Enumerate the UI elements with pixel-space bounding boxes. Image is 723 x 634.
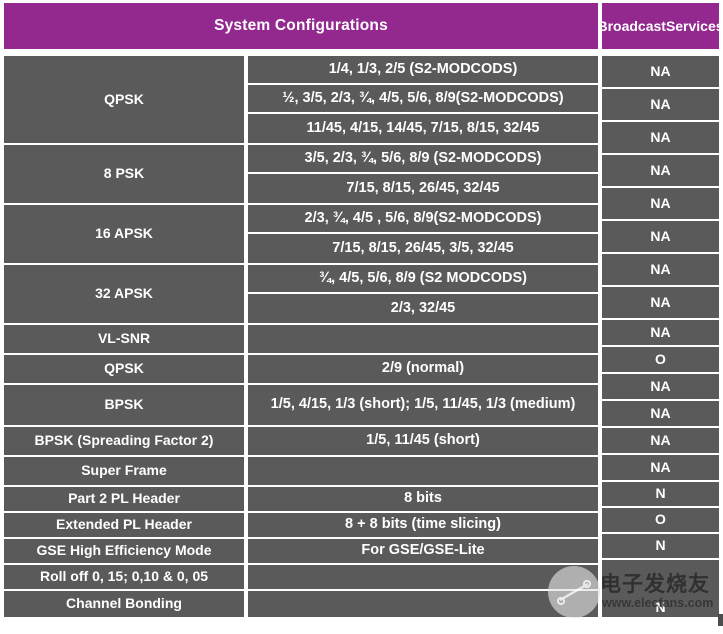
table-header-row: System Configurations Broadcast Services: [4, 3, 723, 49]
left-cell-qpsk-group: QPSK: [4, 56, 244, 143]
header-system-configurations: System Configurations: [4, 3, 598, 49]
left-cell-8psk-group: 8 PSK: [4, 145, 244, 203]
right-cell-row-11: NA: [602, 374, 719, 399]
mid-cell-row-8: ¾, 4/5, 5/6, 8/9 (S2 MODCODS): [248, 265, 598, 292]
mid-cell-row-3: 11/45, 4/15, 14/45, 7/15, 8/15, 32/45: [248, 114, 598, 143]
right-cell-row-15: N: [602, 482, 719, 506]
mid-cell-row-5: 7/15, 8/15, 26/45, 32/45: [248, 174, 598, 203]
mid-cell-row-17: For GSE/GSE-Lite: [248, 539, 598, 563]
right-cell-row-18: N: [602, 560, 719, 617]
header-broadcast-line2: Services: [665, 17, 723, 34]
mid-cell-row-10: [248, 325, 598, 353]
left-cell-qpsk-2: QPSK: [4, 355, 244, 383]
right-cell-row-4: NA: [602, 155, 719, 186]
right-cell-row-16: O: [602, 508, 719, 532]
mid-cell-row-15: 8 bits: [248, 487, 598, 511]
mid-cell-row-19: [248, 591, 598, 617]
mid-cell-row-9: 2/3, 32/45: [248, 294, 598, 323]
right-cell-row-13: NA: [602, 428, 719, 453]
right-cell-row-1: NA: [602, 56, 719, 87]
left-cell-part2-pl-header: Part 2 PL Header: [4, 487, 244, 511]
left-cell-channel-bonding: Channel Bonding: [4, 591, 244, 617]
mid-cell-row-18: [248, 565, 598, 589]
mid-cell-row-13: 1/5, 11/45 (short): [248, 427, 598, 455]
left-cell-gse-high-efficiency-mode: GSE High Efficiency Mode: [4, 539, 244, 563]
configurations-table: System Configurations Broadcast Services…: [0, 0, 723, 634]
right-cell-row-5: NA: [602, 188, 719, 219]
left-cell-32apsk-group: 32 APSK: [4, 265, 244, 323]
right-cell-row-14: NA: [602, 455, 719, 480]
right-cell-row-2: NA: [602, 89, 719, 120]
mid-cell-row-7: 7/15, 8/15, 26/45, 3/5, 32/45: [248, 234, 598, 263]
mid-cell-row-6: 2/3, ¾, 4/5 , 5/6, 8/9(S2-MODCODS): [248, 205, 598, 232]
mid-cell-row-2: ½, 3/5, 2/3, ¾, 4/5, 5/6, 8/9(S2-MODCODS…: [248, 85, 598, 112]
corner-artifact: [718, 614, 723, 626]
mid-cell-row-14: [248, 457, 598, 485]
mid-cell-row-11: 2/9 (normal): [248, 355, 598, 383]
mid-cell-row-1: 1/4, 1/3, 2/5 (S2-MODCODS): [248, 56, 598, 83]
left-cell-extended-pl-header: Extended PL Header: [4, 513, 244, 537]
header-broadcast-services: Broadcast Services: [597, 3, 723, 49]
mid-cell-row-16: 8 + 8 bits (time slicing): [248, 513, 598, 537]
left-cell-16apsk-group: 16 APSK: [4, 205, 244, 263]
right-cell-row-8: NA: [602, 287, 719, 318]
left-cell-super-frame: Super Frame: [4, 457, 244, 485]
right-cell-row-10: O: [602, 347, 719, 372]
right-cell-row-7: NA: [602, 254, 719, 285]
right-cell-row-6: NA: [602, 221, 719, 252]
left-cell-roll-off: Roll off 0, 15; 0,10 & 0, 05: [4, 565, 244, 589]
mid-cell-row-12: 1/5, 4/15, 1/3 (short); 1/5, 11/45, 1/3 …: [248, 385, 598, 425]
header-broadcast-line1: Broadcast: [597, 17, 666, 34]
right-cell-row-12: NA: [602, 401, 719, 426]
mid-cell-row-4: 3/5, 2/3, ¾, 5/6, 8/9 (S2-MODCODS): [248, 145, 598, 172]
left-cell-vl-snr: VL-SNR: [4, 325, 244, 353]
left-cell-bpsk-sf2: BPSK (Spreading Factor 2): [4, 427, 244, 455]
right-cell-row-3: NA: [602, 122, 719, 153]
right-cell-row-17: N: [602, 534, 719, 558]
right-cell-row-9: NA: [602, 320, 719, 345]
left-cell-bpsk: BPSK: [4, 385, 244, 425]
